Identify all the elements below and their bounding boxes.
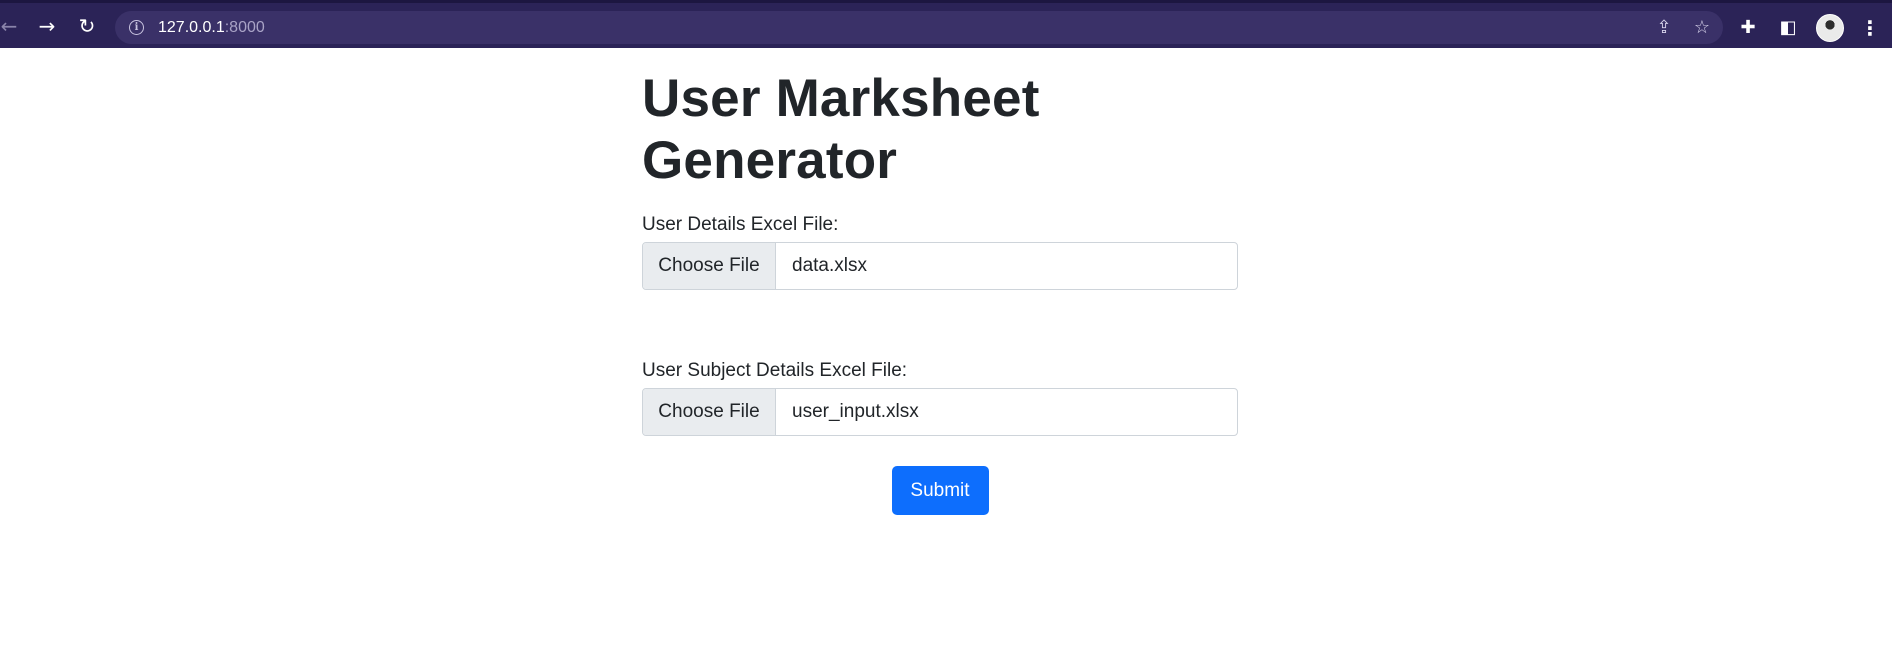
back-icon[interactable]: ← — [0, 11, 24, 41]
profile-avatar[interactable] — [1816, 13, 1844, 42]
url-host: 127.0.0.1 — [158, 18, 225, 36]
bookmark-star-icon[interactable]: ☆ — [1691, 17, 1713, 38]
subject-details-choose-file-button[interactable]: Choose File — [643, 389, 776, 435]
url-text[interactable]: 127.0.0.1:8000 — [158, 19, 265, 37]
submit-button[interactable]: Submit — [891, 466, 989, 515]
subject-details-label: User Subject Details Excel File: — [642, 360, 908, 381]
subject-details-filename: user_input.xlsx — [792, 401, 919, 422]
user-details-file-input[interactable]: Choose File data.xlsx — [642, 242, 1238, 290]
subject-details-field: User Subject Details Excel File: Choose … — [642, 360, 1238, 436]
forward-icon[interactable]: → — [32, 11, 62, 41]
side-panel-icon[interactable]: ◧ — [1776, 17, 1800, 38]
browser-toolbar: ← → ↻ i 127.0.0.1:8000 ⇪ ☆ ✚ ◧ ⋮ — [0, 0, 1892, 48]
browser-toolbar-right: ✚ ◧ ⋮ — [1736, 11, 1880, 44]
omnibox-actions: ⇪ ☆ — [1653, 11, 1713, 44]
share-icon[interactable]: ⇪ — [1653, 17, 1675, 38]
extensions-puzzle-icon[interactable]: ✚ — [1736, 17, 1760, 38]
user-details-field: User Details Excel File: Choose File dat… — [642, 214, 1238, 290]
user-details-filename: data.xlsx — [792, 255, 867, 276]
site-info-icon[interactable]: i — [129, 20, 144, 35]
form-container: User Marksheet Generator User Details Ex… — [642, 48, 1238, 515]
reload-icon[interactable]: ↻ — [72, 11, 102, 41]
address-bar[interactable]: i 127.0.0.1:8000 ⇪ ☆ — [115, 11, 1723, 44]
subject-details-file-input[interactable]: Choose File user_input.xlsx — [642, 388, 1238, 436]
browser-menu-icon[interactable]: ⋮ — [1860, 16, 1880, 40]
page-title: User Marksheet Generator — [642, 69, 1040, 190]
user-details-label: User Details Excel File: — [642, 214, 839, 235]
user-details-choose-file-button[interactable]: Choose File — [643, 243, 776, 289]
submit-wrapper: Submit — [642, 466, 1238, 515]
url-port: :8000 — [224, 18, 265, 36]
